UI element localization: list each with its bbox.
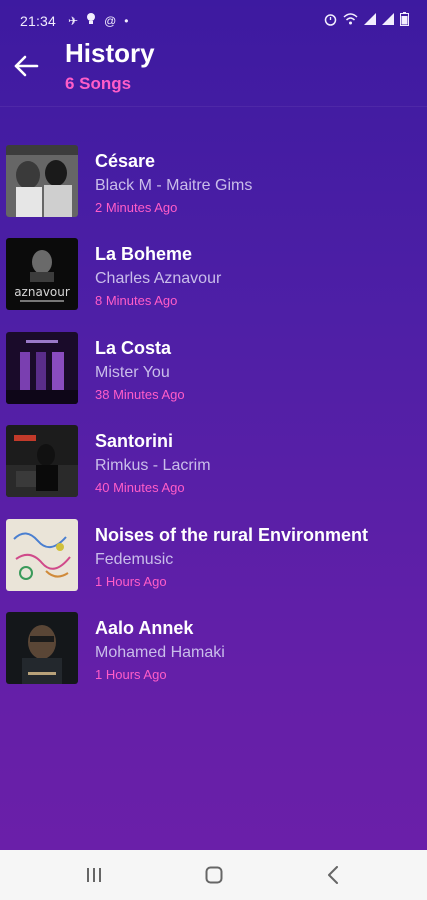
song-time: 1 Hours Ago [95, 666, 167, 682]
alarm-icon [324, 13, 337, 30]
back-icon [328, 866, 338, 884]
song-artist: Rimkus - Lacrim [95, 457, 211, 475]
song-item-santorini[interactable]: Santorini Rimkus - Lacrim 40 Minutes Ago [0, 423, 427, 516]
song-item-aalo-annek[interactable]: Aalo Annek Mohamed Hamaki 1 Hours Ago [0, 610, 427, 703]
song-item-noises-rural[interactable]: Noises of the rural Environment Fedemusi… [0, 517, 427, 610]
arrow-left-icon [14, 55, 39, 77]
song-artist: Black M - Maitre Gims [95, 177, 253, 194]
song-count: 6 Songs [65, 74, 132, 93]
at-sign-icon: @ [104, 14, 117, 28]
song-title: Santorini [95, 431, 174, 452]
album-cover [6, 611, 78, 684]
signal-icon [382, 13, 394, 29]
back-button[interactable] [10, 50, 42, 82]
song-item-cesare[interactable]: Césare Black M - Maitre Gims 2 Minutes A… [0, 143, 427, 236]
nav-back-button[interactable] [313, 860, 353, 890]
album-cover [6, 331, 78, 404]
page-title: History [65, 38, 155, 68]
song-time: 2 Minutes Ago [95, 200, 178, 215]
recent-apps-button[interactable] [74, 860, 114, 890]
status-right-icons [324, 12, 409, 30]
album-cover [6, 145, 78, 217]
song-artist: Mister You [95, 363, 170, 381]
cover-title-text: aznavour [14, 285, 70, 299]
status-left-icons: ✈ @ • [68, 12, 128, 30]
song-time: 8 Minutes Ago [95, 293, 178, 309]
song-title: Césare [95, 151, 156, 171]
song-title: Noises of the rural Environment [95, 524, 369, 545]
song-title: La Costa [95, 337, 172, 358]
wifi-icon [343, 13, 358, 29]
song-artist: Mohamed Hamaki [95, 643, 225, 661]
dot-icon: • [124, 14, 129, 28]
airplane-icon: ✈ [68, 14, 79, 28]
song-item-la-boheme[interactable]: aznavour La Boheme Charles Aznavour 8 Mi… [0, 236, 427, 329]
song-time: 40 Minutes Ago [95, 480, 185, 496]
album-cover [6, 518, 78, 591]
song-artist: Fedemusic [95, 550, 174, 568]
song-time: 1 Hours Ago [95, 573, 167, 589]
signal-icon [364, 13, 376, 29]
recent-apps-icon [87, 868, 101, 882]
battery-icon [400, 12, 409, 30]
status-time: 21:34 [20, 13, 57, 29]
song-list: Césare Black M - Maitre Gims 2 Minutes A… [0, 143, 427, 703]
system-nav-bar [0, 850, 427, 900]
song-item-la-costa[interactable]: La Costa Mister You 38 Minutes Ago [0, 330, 427, 423]
song-title: La Boheme [95, 244, 193, 265]
song-artist: Charles Aznavour [95, 270, 222, 288]
album-cover [6, 425, 78, 498]
home-icon [205, 866, 223, 884]
album-cover: aznavour [6, 238, 78, 311]
lightbulb-icon [86, 12, 96, 30]
song-time: 38 Minutes Ago [95, 386, 185, 402]
home-button[interactable] [194, 860, 234, 890]
status-bar: 21:34 ✈ @ • [0, 0, 427, 40]
song-title: Aalo Annek [95, 617, 194, 638]
header: History 6 Songs [0, 36, 427, 107]
